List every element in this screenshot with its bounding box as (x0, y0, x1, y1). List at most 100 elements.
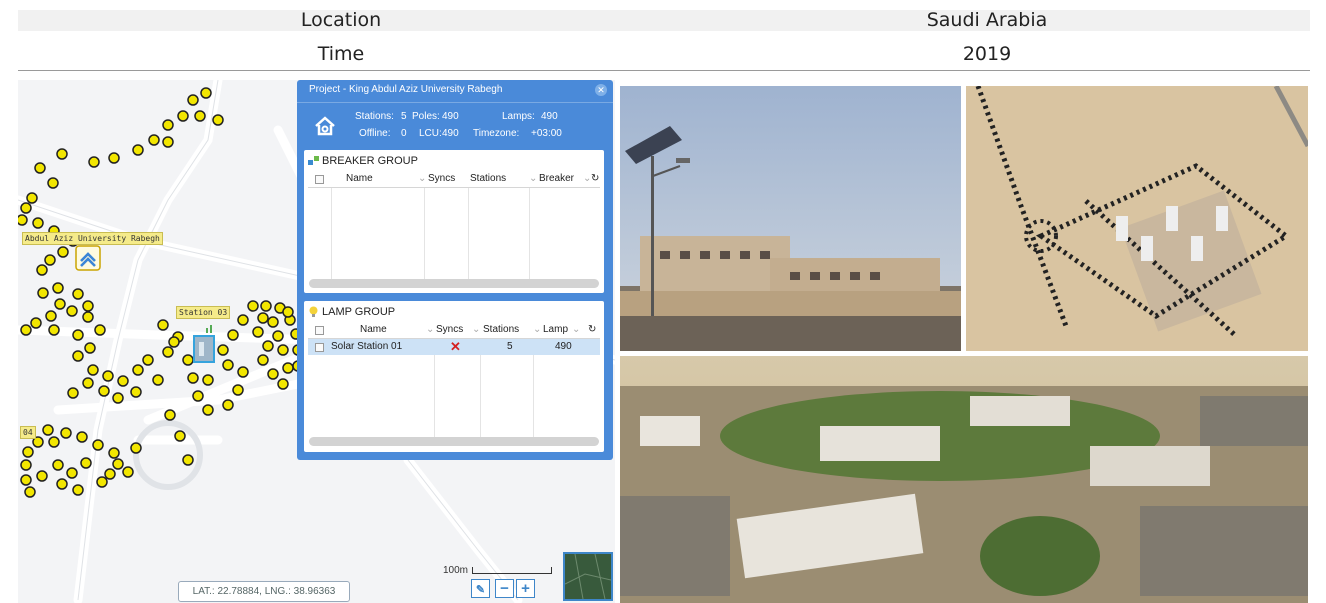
lamp-pole-marker[interactable] (148, 134, 160, 146)
home-icon[interactable] (75, 245, 101, 271)
lamp-pole-marker[interactable] (267, 368, 279, 380)
lamp-pole-marker[interactable] (92, 439, 104, 451)
lamp-pole-marker[interactable] (84, 342, 96, 354)
column-lamp[interactable]: Lamp (543, 324, 568, 335)
lamp-pole-marker[interactable] (47, 177, 59, 189)
lamp-pole-marker[interactable] (56, 478, 68, 490)
lamp-pole-marker[interactable] (52, 282, 64, 294)
refresh-icon[interactable]: ↻ (588, 324, 596, 335)
lamp-pole-marker[interactable] (177, 110, 189, 122)
lamp-pole-marker[interactable] (88, 156, 100, 168)
chevron-down-icon[interactable]: ⌄ (418, 173, 426, 184)
lamp-pole-marker[interactable] (76, 431, 88, 443)
column-stations[interactable]: Stations (470, 173, 506, 184)
home-icon[interactable] (313, 114, 337, 138)
lamp-pole-marker[interactable] (187, 94, 199, 106)
lamp-pole-marker[interactable] (20, 324, 32, 336)
lamp-pole-marker[interactable] (45, 310, 57, 322)
lamp-pole-marker[interactable] (72, 484, 84, 496)
lamp-pole-marker[interactable] (217, 344, 229, 356)
lamp-pole-marker[interactable] (82, 300, 94, 312)
chevron-down-icon[interactable]: ⌄ (426, 324, 434, 335)
lamp-pole-marker[interactable] (117, 375, 129, 387)
lamp-pole-marker[interactable] (132, 364, 144, 376)
lamp-pole-marker[interactable] (142, 354, 154, 366)
lamp-pole-marker[interactable] (26, 192, 38, 204)
lamp-pole-marker[interactable] (20, 474, 32, 486)
lamp-pole-marker[interactable] (222, 399, 234, 411)
column-stations[interactable]: Stations (483, 324, 519, 335)
lamp-pole-marker[interactable] (24, 486, 36, 498)
horizontal-scrollbar[interactable] (309, 437, 599, 446)
lamp-pole-marker[interactable] (232, 384, 244, 396)
lamp-pole-marker[interactable] (22, 446, 34, 458)
lamp-pole-marker[interactable] (30, 317, 42, 329)
lamp-pole-marker[interactable] (237, 314, 249, 326)
chevron-down-icon[interactable]: ⌄ (529, 173, 537, 184)
lamp-pole-marker[interactable] (262, 340, 274, 352)
lamp-pole-marker[interactable] (66, 305, 78, 317)
lamp-pole-marker[interactable] (132, 144, 144, 156)
lamp-pole-marker[interactable] (130, 386, 142, 398)
lamp-pole-marker[interactable] (94, 324, 106, 336)
lamp-pole-marker[interactable] (72, 350, 84, 362)
lamp-pole-marker[interactable] (108, 152, 120, 164)
ruler-button[interactable]: ✎ (471, 579, 490, 598)
lamp-pole-marker[interactable] (227, 329, 239, 341)
lamp-pole-marker[interactable] (52, 459, 64, 471)
lamp-pole-marker[interactable] (164, 409, 176, 421)
lamp-pole-marker[interactable] (56, 148, 68, 160)
lamp-pole-marker[interactable] (157, 319, 169, 331)
lamp-pole-marker[interactable] (20, 202, 32, 214)
lamp-pole-marker[interactable] (18, 214, 28, 226)
lamp-pole-marker[interactable] (162, 346, 174, 358)
lamp-pole-marker[interactable] (48, 324, 60, 336)
satellite-minimap[interactable] (563, 552, 613, 601)
chevron-down-icon[interactable]: ⌄ (472, 324, 480, 335)
lamp-pole-marker[interactable] (194, 110, 206, 122)
lamp-pole-marker[interactable] (72, 329, 84, 341)
column-name[interactable]: Name (360, 324, 387, 335)
lamp-pole-marker[interactable] (162, 136, 174, 148)
lamp-pole-marker[interactable] (257, 354, 269, 366)
lamp-pole-marker[interactable] (277, 344, 289, 356)
zoom-in-button[interactable]: + (516, 579, 535, 598)
lamp-pole-marker[interactable] (222, 359, 234, 371)
lamp-pole-marker[interactable] (54, 298, 66, 310)
lamp-pole-marker[interactable] (60, 427, 72, 439)
lamp-pole-marker[interactable] (162, 119, 174, 131)
lamp-pole-marker[interactable] (174, 430, 186, 442)
lamp-pole-marker[interactable] (282, 362, 294, 374)
lamp-pole-marker[interactable] (66, 467, 78, 479)
refresh-icon[interactable]: ↻ (591, 173, 599, 184)
lamp-pole-marker[interactable] (57, 246, 69, 258)
lamp-pole-marker[interactable] (182, 454, 194, 466)
lamp-pole-marker[interactable] (260, 300, 272, 312)
column-syncs[interactable]: Syncs (428, 173, 455, 184)
lamp-pole-marker[interactable] (42, 424, 54, 436)
row-checkbox[interactable] (315, 343, 324, 352)
lamp-pole-marker[interactable] (82, 377, 94, 389)
lamp-pole-marker[interactable] (130, 442, 142, 454)
lamp-pole-marker[interactable] (252, 326, 264, 338)
lamp-pole-marker[interactable] (277, 378, 289, 390)
lamp-pole-marker[interactable] (36, 470, 48, 482)
lamp-pole-marker[interactable] (36, 264, 48, 276)
lamp-pole-marker[interactable] (192, 390, 204, 402)
lamp-pole-marker[interactable] (152, 374, 164, 386)
lamp-pole-marker[interactable] (98, 385, 110, 397)
lamp-pole-marker[interactable] (108, 447, 120, 459)
lamp-pole-marker[interactable] (72, 288, 84, 300)
select-all-checkbox[interactable] (315, 326, 324, 335)
lamp-pole-marker[interactable] (212, 114, 224, 126)
table-row[interactable]: Solar Station 01 ✕ 5 490 (308, 339, 600, 355)
column-syncs[interactable]: Syncs (436, 324, 463, 335)
lamp-pole-marker[interactable] (282, 306, 294, 318)
station-icon[interactable] (193, 325, 215, 363)
lamp-pole-marker[interactable] (82, 311, 94, 323)
horizontal-scrollbar[interactable] (309, 279, 599, 288)
select-all-checkbox[interactable] (315, 175, 324, 184)
lamp-pole-marker[interactable] (67, 387, 79, 399)
lamp-pole-marker[interactable] (32, 217, 44, 229)
lamp-pole-marker[interactable] (168, 336, 180, 348)
